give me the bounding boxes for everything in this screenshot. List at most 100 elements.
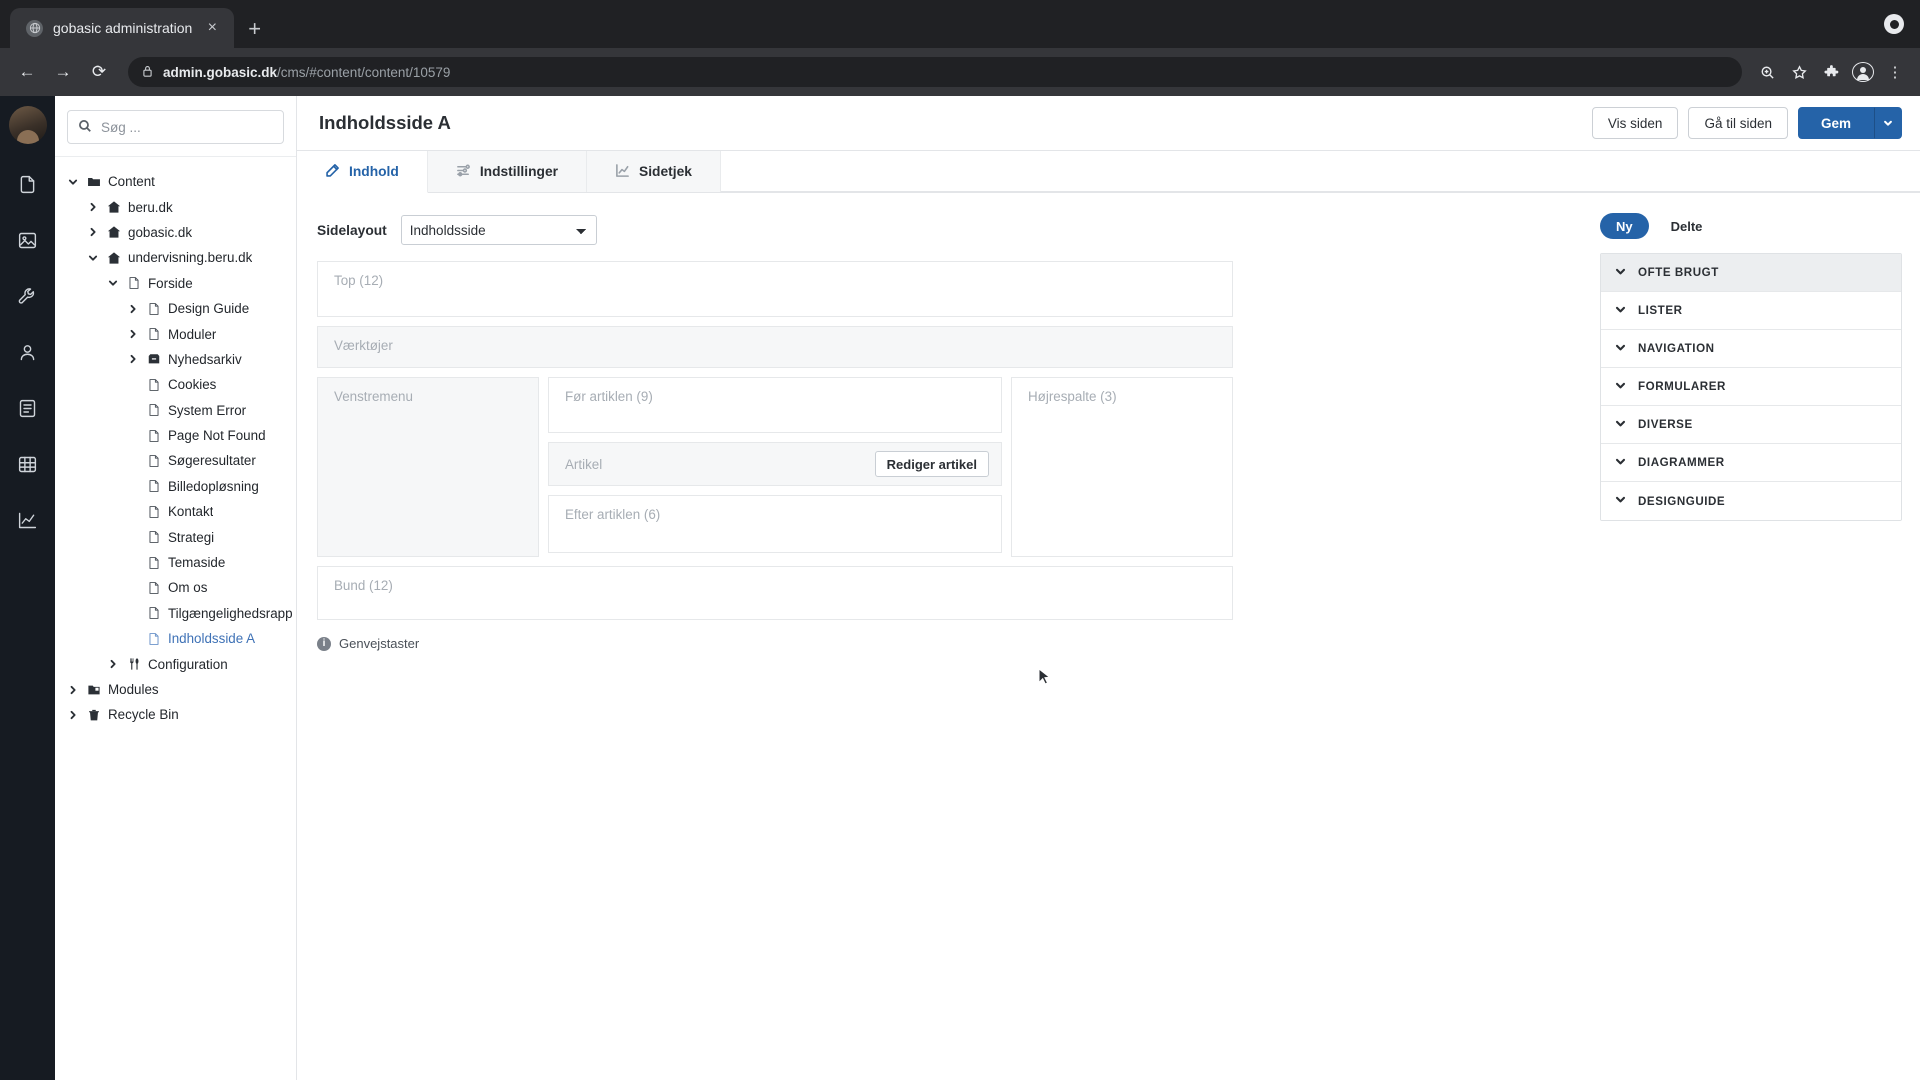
bookmark-star-icon[interactable]: [1788, 64, 1810, 80]
browser-tab[interactable]: gobasic administration ×: [10, 8, 235, 48]
accordion-section-diagrammer[interactable]: DIAGRAMMER: [1601, 444, 1901, 482]
search-input[interactable]: [101, 119, 273, 135]
new-tab-button[interactable]: +: [248, 18, 261, 40]
zone-after-article[interactable]: Efter artiklen (6): [548, 495, 1002, 553]
rail-item-forms[interactable]: [0, 382, 55, 438]
tree-item[interactable]: Kontakt: [55, 499, 296, 524]
tab-bar-filler: [720, 151, 1920, 192]
chevron-right-icon[interactable]: [123, 329, 143, 339]
rail-item-settings[interactable]: [0, 270, 55, 326]
zone-top[interactable]: Top (12): [317, 261, 1233, 317]
goto-page-button[interactable]: Gå til siden: [1688, 107, 1788, 139]
tree-item[interactable]: undervisning.beru.dk: [55, 245, 296, 270]
accordion-section-formularer[interactable]: FORMULARER: [1601, 368, 1901, 406]
save-dropdown-button[interactable]: [1874, 107, 1902, 139]
tree-item[interactable]: Recycle Bin: [55, 702, 296, 727]
chevron-right-icon[interactable]: [63, 685, 83, 695]
accordion-section-designguide[interactable]: DESIGNGUIDE: [1601, 482, 1901, 520]
tree-item-label: Strategi: [168, 529, 215, 545]
accordion-section-diverse[interactable]: DIVERSE: [1601, 406, 1901, 444]
zone-article[interactable]: Artikel Rediger artikel: [548, 442, 1002, 486]
tab-label: Indhold: [349, 164, 399, 179]
browser-menu-icon[interactable]: ⋮: [1884, 63, 1906, 81]
tree-item[interactable]: Page Not Found: [55, 423, 296, 448]
tree-item-label: Om os: [168, 580, 208, 596]
accordion-section-navigation[interactable]: NAVIGATION: [1601, 330, 1901, 368]
tree-item[interactable]: Design Guide: [55, 296, 296, 321]
tree-item[interactable]: Billedopløsning: [55, 474, 296, 499]
rail-item-analytics[interactable]: [0, 494, 55, 550]
zone-bottom[interactable]: Bund (12): [317, 566, 1233, 620]
accordion-section-label: OFTE BRUGT: [1638, 266, 1719, 279]
accordion-section-label: DIAGRAMMER: [1638, 456, 1725, 469]
profile-icon[interactable]: [1852, 62, 1874, 82]
tree-item[interactable]: Strategi: [55, 524, 296, 549]
chevron-down-icon[interactable]: [83, 253, 103, 263]
tree-item-label: Recycle Bin: [108, 707, 179, 723]
rail-item-tables[interactable]: [0, 438, 55, 494]
tree-item[interactable]: Content: [55, 169, 296, 194]
tree-item[interactable]: Indholdsside A: [55, 626, 296, 651]
rail-item-media[interactable]: [0, 214, 55, 270]
tree-item[interactable]: Nyhedsarkiv: [55, 347, 296, 372]
shortcuts-link[interactable]: i Genvejstaster: [317, 636, 1600, 651]
tree-item[interactable]: beru.dk: [55, 194, 296, 219]
tree-item[interactable]: Temaside: [55, 550, 296, 575]
tree-item-label: Kontakt: [168, 504, 214, 520]
tree-item[interactable]: Tilgængelighedsrapport: [55, 601, 296, 626]
chevron-down-icon[interactable]: [103, 278, 123, 288]
tree-item[interactable]: Modules: [55, 677, 296, 702]
doc-icon: [143, 530, 165, 544]
widget-panel-tabs: Ny Delte: [1600, 213, 1902, 239]
tree-item[interactable]: Søgeresultater: [55, 448, 296, 473]
view-page-button[interactable]: Vis siden: [1591, 107, 1679, 139]
zone-right-spalte[interactable]: Højrespalte (3): [1011, 377, 1233, 557]
accordion-section-ofte-brugt[interactable]: OFTE BRUGT: [1601, 254, 1901, 292]
zone-before-article[interactable]: Før artiklen (9): [548, 377, 1002, 433]
zone-after-article-label: Efter artiklen (6): [565, 507, 661, 522]
tab-indstillinger[interactable]: Indstillinger: [427, 151, 587, 192]
chevron-right-icon[interactable]: [123, 354, 143, 364]
close-icon[interactable]: ×: [202, 20, 222, 36]
chevron-right-icon[interactable]: [83, 202, 103, 212]
zone-article-label: Artikel: [565, 456, 603, 472]
accordion-section-lister[interactable]: LISTER: [1601, 292, 1901, 330]
zone-left-column: Venstremenu: [317, 377, 539, 557]
forward-button[interactable]: →: [48, 57, 78, 87]
folder-icon: [83, 175, 105, 189]
back-button[interactable]: ←: [12, 57, 42, 87]
chevron-down-icon[interactable]: [63, 177, 83, 187]
chevron-right-icon[interactable]: [103, 659, 123, 669]
editor-body: Sidelayout Indholdsside Top (12) Værktøj…: [297, 193, 1920, 1080]
chevron-right-icon[interactable]: [83, 227, 103, 237]
tree-item[interactable]: Om os: [55, 575, 296, 600]
tree-item[interactable]: Configuration: [55, 651, 296, 676]
panel-tab-ny[interactable]: Ny: [1600, 213, 1649, 239]
tree-item[interactable]: Forside: [55, 271, 296, 296]
zoom-icon[interactable]: [1756, 65, 1778, 80]
address-bar[interactable]: admin.gobasic.dk/cms/#content/content/10…: [128, 57, 1742, 87]
search-box[interactable]: [67, 110, 284, 144]
zone-left-menu[interactable]: Venstremenu: [317, 377, 539, 557]
zone-tools[interactable]: Værktøjer: [317, 326, 1233, 368]
tab-indhold[interactable]: Indhold: [297, 151, 428, 193]
panel-tab-delte[interactable]: Delte: [1655, 213, 1719, 239]
tree-item-label: Design Guide: [168, 301, 250, 317]
chevron-right-icon[interactable]: [123, 304, 143, 314]
tab-label: Sidetjek: [639, 164, 692, 179]
extensions-puzzle-icon[interactable]: [1820, 64, 1842, 80]
chevron-right-icon[interactable]: [63, 710, 83, 720]
tree-item[interactable]: Moduler: [55, 321, 296, 346]
sidelayout-select[interactable]: Indholdsside: [400, 215, 597, 245]
window-control-icon[interactable]: [1884, 14, 1904, 34]
tree-item[interactable]: Cookies: [55, 372, 296, 397]
rail-item-users[interactable]: [0, 326, 55, 382]
avatar[interactable]: [8, 106, 47, 144]
tree-item[interactable]: System Error: [55, 398, 296, 423]
tab-sidetjek[interactable]: Sidetjek: [587, 151, 721, 192]
save-button[interactable]: Gem: [1797, 107, 1874, 139]
edit-article-button[interactable]: Rediger artikel: [874, 451, 989, 477]
rail-item-content[interactable]: [0, 158, 55, 214]
reload-button[interactable]: ⟳: [84, 57, 114, 87]
tree-item[interactable]: gobasic.dk: [55, 220, 296, 245]
